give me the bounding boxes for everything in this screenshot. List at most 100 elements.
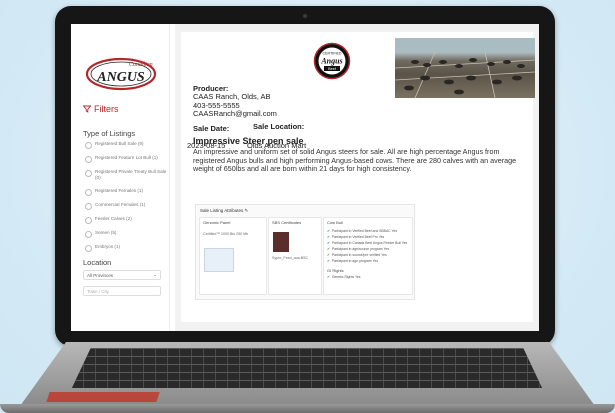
attribute-check-item: ✔ Participant in Verified Beef Pro Yes: [327, 235, 384, 239]
check-icon: ✔: [327, 241, 330, 245]
sbs-certificates-column: SBS Certificates Sypro_Feed_cow.BSC: [268, 217, 322, 295]
genomic-panel-column: Genomic Panel Certified™ 1000 Bio 250 Mb: [199, 217, 267, 295]
sale-date-label: Sale Date:: [193, 124, 230, 133]
option-commercial-females[interactable]: Commercial Females (1): [85, 202, 167, 210]
laptop-front-edge: [0, 404, 615, 413]
laptop-keyboard: [72, 348, 542, 388]
badge-main-text: Angus: [320, 57, 342, 66]
option-registered-females[interactable]: Registered Females (1): [85, 188, 167, 196]
option-count: (9): [137, 141, 144, 146]
option-count: (2): [126, 216, 132, 221]
sale-listing-attributes: Sale Listing Attributes ✎ Genomic Panel …: [195, 204, 415, 300]
certified-angus-beef-badge: CERTIFIED Angus Beef: [313, 42, 351, 80]
attribute-check-text: Participant in source/pre verified Yes: [331, 253, 387, 257]
check-icon: ✔: [327, 235, 330, 239]
attribute-check-item: ✔ Participant in Canada Beef Angus Feeder…: [327, 241, 407, 245]
option-label: Registered Females: [95, 188, 137, 193]
sbs-certificate-file[interactable]: Sypro_Feed_cow.BSC: [272, 256, 320, 261]
laptop-lid: Canadian ANGUS Filters Type of Listings …: [55, 6, 555, 346]
radio-icon[interactable]: [85, 169, 92, 177]
option-registered-private-treaty[interactable]: Registered Private Treaty Bull Sale (0): [85, 169, 167, 181]
attribute-check-text: Participant in age/source program Yes: [331, 247, 390, 251]
sbs-certificates-heading: SBS Certificates: [272, 220, 302, 225]
check-icon: ✔: [327, 247, 330, 251]
option-label: Registered Private Treaty Bull Sale: [95, 169, 167, 174]
attributes-heading: Sale Listing Attributes ✎: [200, 208, 248, 214]
producer-email[interactable]: CAASRanch@gmail.com: [193, 109, 277, 119]
genomic-panel-text: Certified™ 1000 Bio 250 Mb: [203, 232, 249, 236]
sale-location-label: Sale Location:: [253, 122, 305, 131]
province-select[interactable]: All Provinces ⌄: [83, 270, 161, 280]
radio-icon[interactable]: [85, 155, 92, 163]
badge-top-text: CERTIFIED: [323, 52, 342, 56]
cow-bull-heading: Cow Bull: [327, 220, 343, 225]
option-embryos[interactable]: Embryos (1): [85, 244, 167, 252]
attribute-check-item: ✔ Participant in source/pre verified Yes: [327, 253, 387, 257]
option-label: Semen: [95, 230, 110, 235]
option-count: (1): [114, 244, 121, 249]
edit-pencil-icon[interactable]: ✎: [245, 208, 249, 213]
radio-icon[interactable]: [85, 216, 92, 224]
certificate-thumbnail[interactable]: [273, 232, 289, 252]
gi-rights-heading: GI Rights: [327, 268, 344, 273]
attributes-heading-text: Sale Listing Attributes: [200, 208, 244, 213]
radio-icon[interactable]: [85, 188, 92, 196]
radio-icon[interactable]: [85, 230, 92, 238]
option-feeder-calves[interactable]: Feeder Calves (2): [85, 216, 167, 224]
attribute-check-text: Participant in Canada Beef Angus Feeder …: [331, 241, 408, 245]
gi-rights-item: ✔ Genetic Rights Yes: [327, 275, 361, 279]
attribute-check-text: Participant in age program Yes: [331, 259, 379, 263]
cow-bull-column: Cow Bull ✔ Participant in Verified Beef a…: [323, 217, 413, 295]
check-icon: ✔: [327, 259, 330, 263]
town-city-input[interactable]: Town / City: [83, 286, 161, 296]
option-registered-feature-lot-bull[interactable]: Registered Feature Lot Bull (1): [85, 155, 167, 163]
listing-description: An impressive and uniform set of solid A…: [193, 147, 517, 174]
listing-main-area: Producer: CAAS Ranch, Olds, AB 403-555-5…: [175, 24, 539, 331]
option-label: Commercial Females: [95, 202, 139, 207]
option-semen[interactable]: Semen (5): [85, 230, 167, 238]
cattle-pen-photo[interactable]: [395, 38, 535, 98]
cattle-pen-image: [395, 38, 535, 98]
option-registered-bull-sale[interactable]: Registered Bull Sale (9): [85, 141, 167, 149]
option-count: (0): [95, 175, 101, 180]
town-city-placeholder: Town / City: [87, 288, 110, 294]
option-label: Embryos: [95, 244, 114, 249]
webcam: [303, 14, 307, 18]
type-of-listings-heading: Type of Listings: [83, 129, 136, 138]
radio-icon[interactable]: [85, 202, 92, 210]
genomic-report-thumbnail[interactable]: [204, 248, 234, 272]
attribute-check-item: ✔ Participant in Verified Beef and SBBAC …: [327, 229, 397, 233]
canadian-angus-logo[interactable]: Canadian ANGUS: [85, 54, 157, 92]
logo-top-text: Canadian: [129, 62, 153, 68]
genomic-panel-heading: Genomic Panel: [203, 220, 231, 225]
chevron-down-icon: ⌄: [153, 272, 157, 277]
province-select-value: All Provinces: [87, 272, 114, 278]
laptop-screen: Canadian ANGUS Filters Type of Listings …: [71, 24, 539, 331]
filters-label: Filters: [94, 104, 119, 114]
attribute-check-text: Participant in Verified Beef Pro Yes: [331, 235, 385, 239]
filters-toggle[interactable]: Filters: [83, 104, 119, 114]
option-count: (5): [110, 230, 117, 235]
sale-location-value: Olds Auction Mart: [247, 141, 307, 150]
filters-sidebar: Canadian ANGUS Filters Type of Listings …: [71, 24, 170, 331]
option-label: Registered Bull Sale: [95, 141, 137, 146]
sale-date-value: 2023-08-15: [187, 141, 226, 150]
logo-main-text: ANGUS: [96, 70, 145, 85]
laptop-sticker: [46, 392, 160, 402]
radio-icon[interactable]: [85, 244, 92, 252]
listing-card: Producer: CAAS Ranch, Olds, AB 403-555-5…: [181, 32, 535, 322]
attribute-check-text: Participant in Verified Beef and SBBAC Y…: [331, 229, 398, 233]
option-count: (1): [137, 188, 144, 193]
gi-rights-text: Genetic Rights Yes: [331, 275, 361, 279]
badge-bottom-text: Beef: [328, 67, 337, 71]
attribute-check-item: ✔ Participant in age/source program Yes: [327, 247, 389, 251]
radio-icon[interactable]: [85, 141, 92, 149]
check-icon: ✔: [327, 275, 330, 279]
option-count: (1): [152, 155, 158, 160]
option-label: Feeder Calves: [95, 216, 125, 221]
filter-funnel-icon: [83, 105, 91, 113]
check-icon: ✔: [327, 229, 330, 233]
option-count: (1): [139, 202, 146, 207]
check-icon: ✔: [327, 253, 330, 257]
attribute-check-item: ✔ Participant in age program Yes: [327, 259, 378, 263]
